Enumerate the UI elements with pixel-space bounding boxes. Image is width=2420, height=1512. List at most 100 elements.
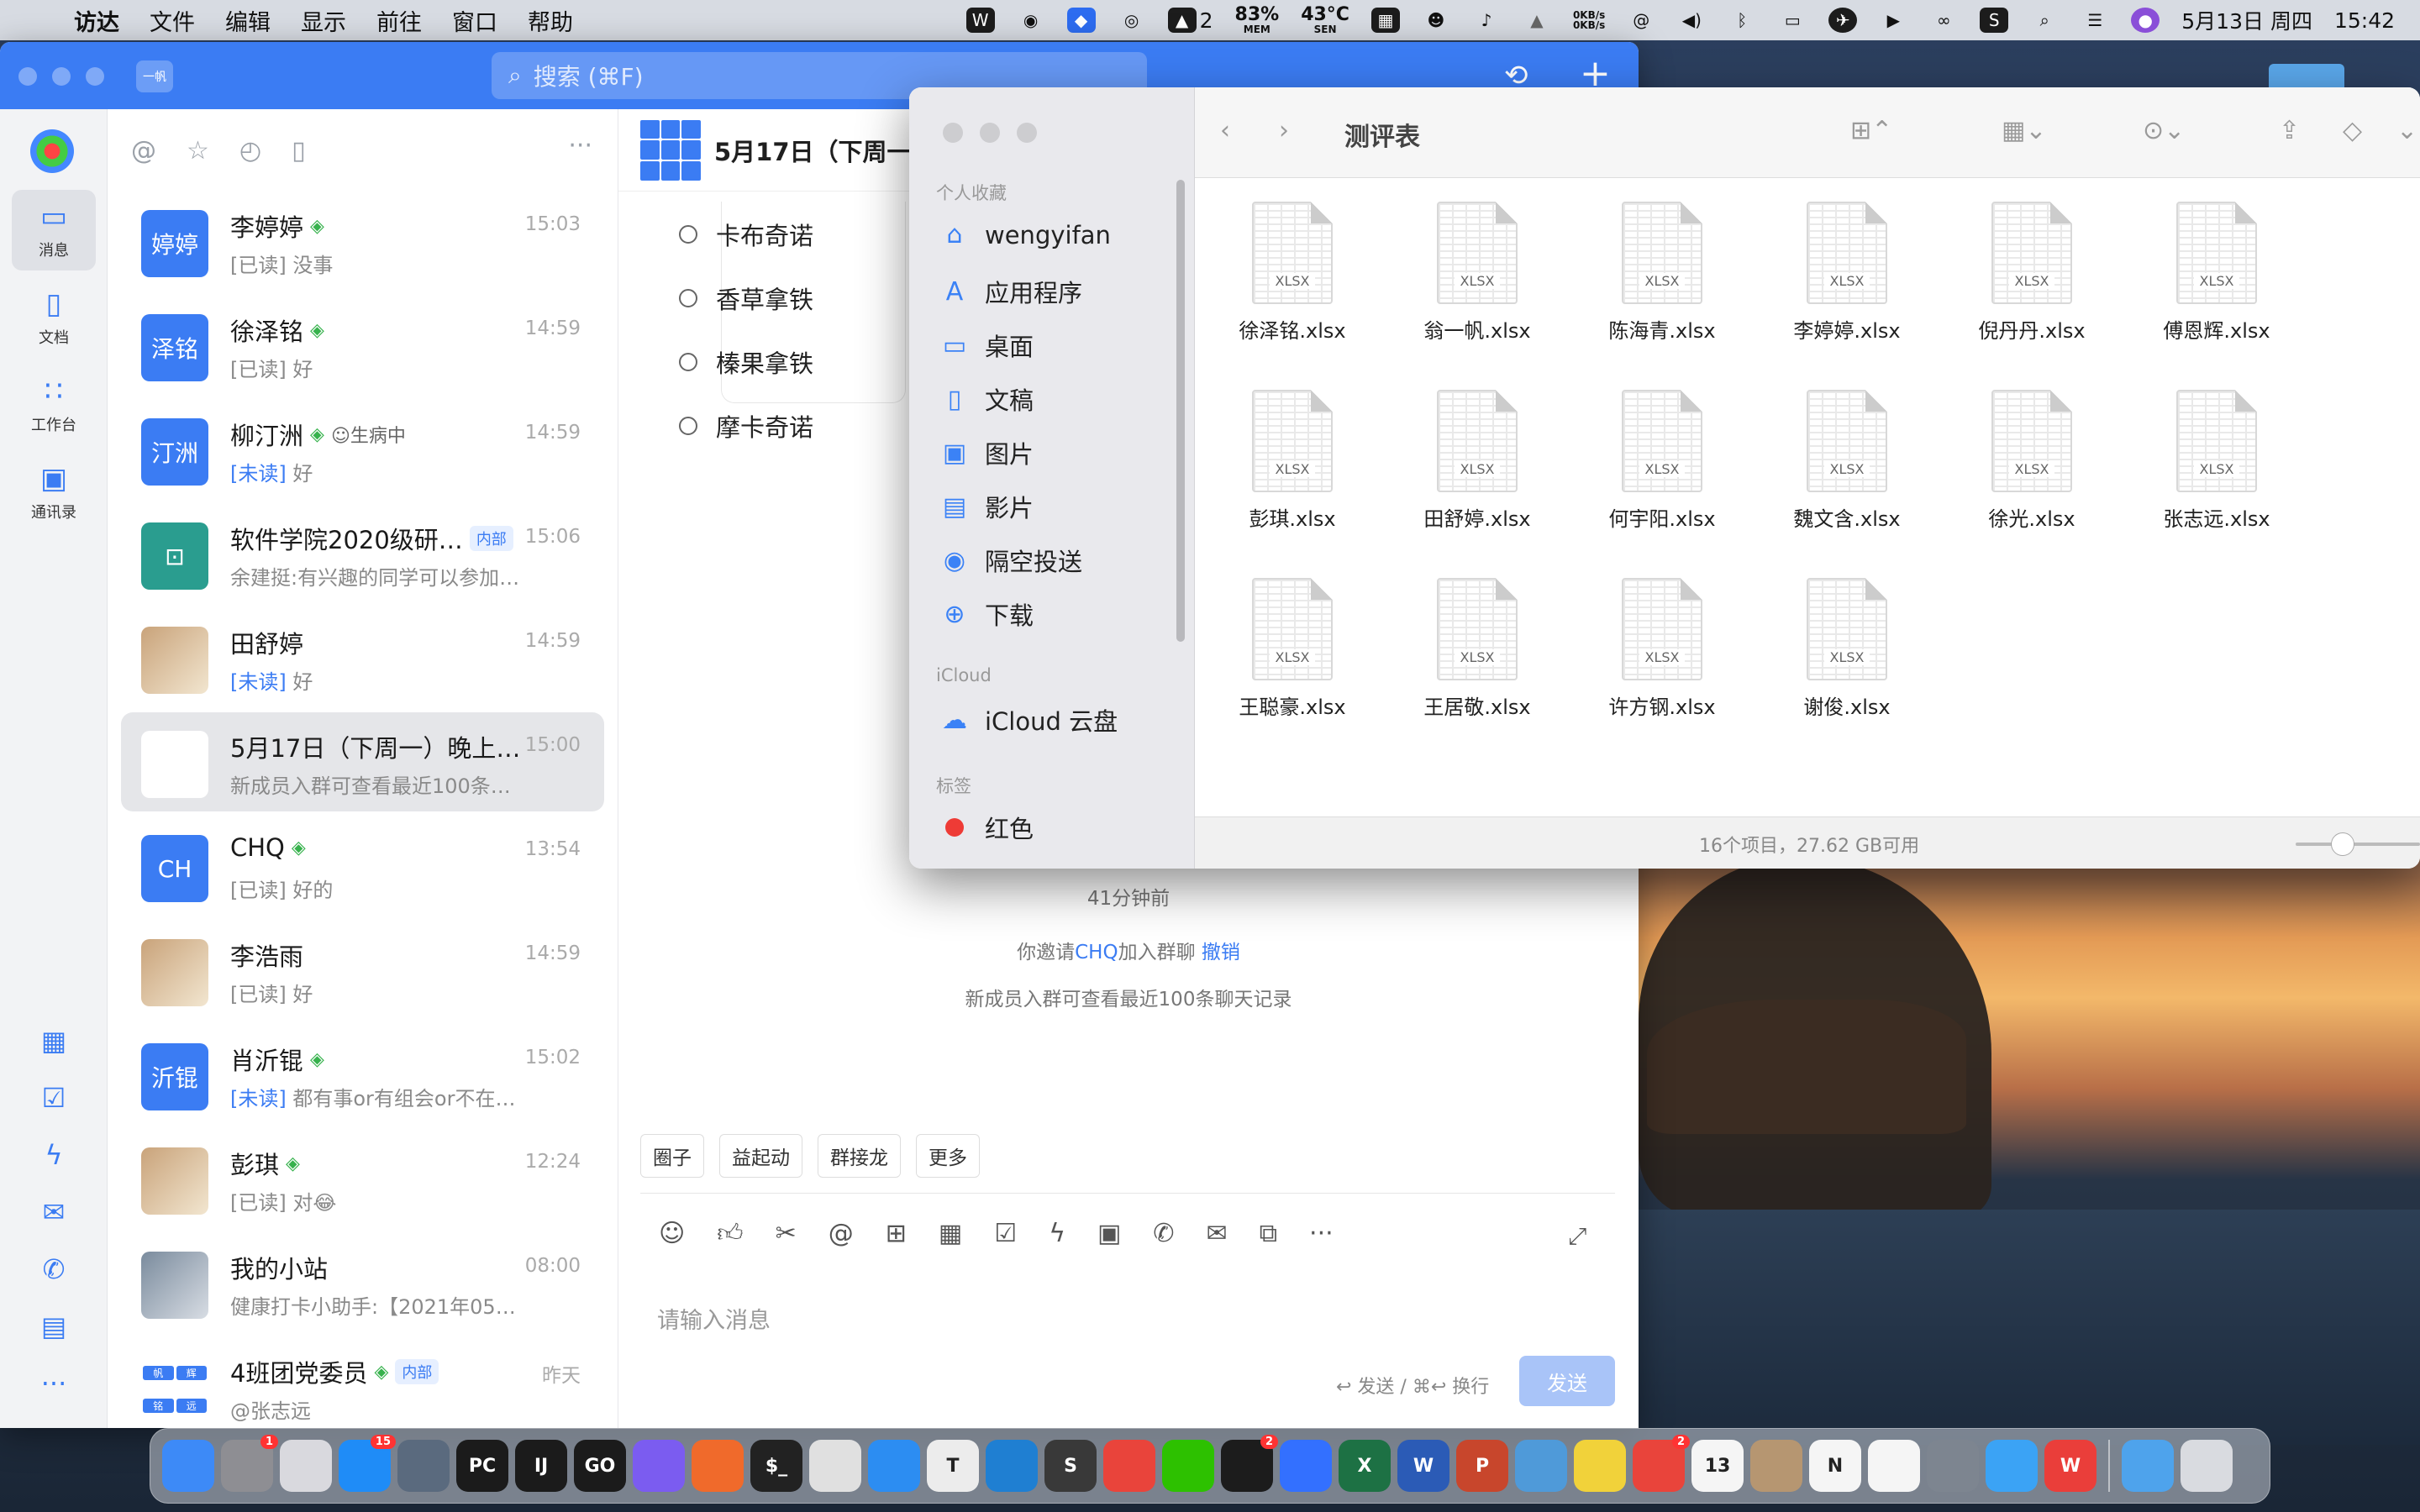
file-item[interactable]: XLSX 徐光.xlsx	[1948, 373, 2116, 541]
calendar-icon[interactable]: ▦	[939, 1219, 962, 1249]
conversation-item[interactable]: 帆 辉 铭 远 4班团党委员 ◈ 内部 昨天 @张志远	[121, 1337, 604, 1428]
conversation-item-selected[interactable]: 5月17日（下周一）晚上… 15:00 新成员入群可查看最近100条…	[121, 712, 604, 811]
ding-icon[interactable]: ϟ	[1049, 1219, 1065, 1249]
view-icons-icon[interactable]: ⊞⌃	[1850, 116, 1892, 145]
pin-status-icon[interactable]: ♪	[1472, 8, 1501, 33]
more-icon[interactable]: ···	[1309, 1219, 1334, 1249]
dock-chrome-icon[interactable]	[809, 1440, 861, 1492]
dock-notion-icon[interactable]: N	[1809, 1440, 1861, 1492]
file-item[interactable]: XLSX 李婷婷.xlsx	[1763, 185, 1931, 353]
dock-powerpoint-icon[interactable]: P	[1456, 1440, 1508, 1492]
memory-stat[interactable]: 83% MEM	[1235, 6, 1280, 35]
meter-status-icon[interactable]: ▲	[1167, 8, 1197, 33]
poll-option[interactable]: 香草拿铁	[679, 281, 813, 316]
sidebar-item-pictures[interactable]: ▣ 图片	[939, 435, 1034, 470]
dock-feishu-icon[interactable]	[1280, 1440, 1332, 1492]
dock-meter-icon[interactable]: 2	[1633, 1435, 1690, 1492]
workspace-badge[interactable]: 一帆	[136, 60, 173, 92]
sidebar-item-movies[interactable]: ▤ 影片	[939, 489, 1034, 524]
wps-status-icon[interactable]: W	[965, 8, 995, 33]
quick-action-more[interactable]: 更多	[916, 1134, 980, 1178]
file-item[interactable]: XLSX 许方钢.xlsx	[1578, 561, 1746, 729]
dock-pycharm-icon[interactable]: PC	[456, 1440, 508, 1492]
shield-status-icon[interactable]: ◆	[1066, 8, 1096, 33]
phone-icon[interactable]: ✆	[35, 1253, 72, 1290]
play-status-icon[interactable]: ▶	[1879, 8, 1907, 33]
mention-icon[interactable]: @	[131, 136, 156, 165]
dock-app-store-icon[interactable]: 15	[339, 1435, 396, 1492]
dock-xmind-icon[interactable]	[1103, 1440, 1155, 1492]
screenshot-icon[interactable]: ⧉	[1260, 1219, 1277, 1249]
file-item[interactable]: XLSX 陈海青.xlsx	[1578, 185, 1746, 353]
dock-downloads-icon[interactable]	[2122, 1440, 2174, 1492]
icon-size-slider[interactable]	[2296, 843, 2420, 846]
dock-wechat-icon[interactable]	[1162, 1440, 1214, 1492]
group-avatar[interactable]	[640, 119, 701, 181]
conversation-item[interactable]: 我的小站 08:00 健康打卡小助手:【2021年05…	[121, 1233, 604, 1332]
scissors-icon[interactable]: ✂	[776, 1219, 797, 1249]
tag-icon[interactable]: ◇	[2343, 116, 2362, 145]
sidebar-item-desktop[interactable]: ▭ 桌面	[939, 328, 1034, 363]
zoom-window-button[interactable]	[1017, 123, 1037, 143]
dock-typora-icon[interactable]: T	[927, 1440, 979, 1492]
invited-user-link[interactable]: CHQ	[1075, 942, 1118, 963]
quick-action-circle[interactable]: 圈子	[640, 1134, 704, 1178]
mention-icon[interactable]: @	[829, 1219, 854, 1249]
sidebar-item-home[interactable]: ⌂ wengyifan	[939, 220, 1110, 249]
emoji-icon[interactable]: ☺	[659, 1219, 685, 1249]
rail-item-workbench[interactable]: ∷ 工作台	[12, 365, 96, 445]
file-item[interactable]: XLSX 彭琪.xlsx	[1208, 373, 1376, 541]
menu-help[interactable]: 帮助	[513, 4, 588, 37]
pin-icon[interactable]: ▯	[292, 136, 306, 165]
share-icon[interactable]: ⇪	[2279, 116, 2300, 145]
quick-action-relay[interactable]: 群接龙	[818, 1134, 901, 1178]
menubar-date[interactable]: 5月13日 周四	[2181, 5, 2312, 35]
sidebar-item-airdrop[interactable]: ◉ 隔空投送	[939, 543, 1082, 578]
group-icon[interactable]: ▦⌄	[2002, 116, 2046, 145]
dock-lemon-icon[interactable]	[1574, 1440, 1626, 1492]
todo-icon[interactable]: ☑	[35, 1082, 72, 1119]
dock-system-preferences-icon[interactable]: 1	[221, 1435, 278, 1492]
org-logo[interactable]	[30, 129, 74, 173]
quick-action-charity[interactable]: 益起动	[719, 1134, 802, 1178]
network-stat[interactable]: 0KB/s 0KB/s	[1573, 10, 1605, 30]
back-icon[interactable]: ‹	[1220, 116, 1230, 145]
more-icon[interactable]: ···	[35, 1368, 72, 1404]
wechat-status-icon[interactable]: ◉	[1017, 8, 1045, 33]
dock-launchpad-icon[interactable]	[280, 1440, 332, 1492]
close-window-button[interactable]	[18, 67, 37, 86]
call-icon[interactable]: ✆	[1153, 1219, 1174, 1249]
undo-invite-link[interactable]: 撤销	[1202, 942, 1240, 963]
recent-icon[interactable]: ◴	[239, 136, 261, 165]
slider-knob[interactable]	[2331, 832, 2354, 856]
chat-title[interactable]: 5月17日（下周一）	[714, 133, 936, 168]
dock-terminal-icon[interactable]: $_	[750, 1440, 802, 1492]
sublime-status-icon[interactable]: S	[1980, 8, 2009, 33]
sidebar-item-icloud-drive[interactable]: ☁ iCloud 云盘	[939, 702, 1118, 738]
file-item[interactable]: XLSX 倪丹丹.xlsx	[1948, 185, 2116, 353]
dock-word-icon[interactable]: W	[1397, 1440, 1449, 1492]
sidebar-item-documents[interactable]: ▯ 文稿	[939, 381, 1034, 417]
conversation-item[interactable]: 李浩雨 14:59 [已读] 好	[121, 921, 604, 1020]
send-button[interactable]: 发送	[1519, 1356, 1615, 1406]
folder-add-icon[interactable]: ⊞	[886, 1219, 907, 1249]
link-status-icon[interactable]: ∞	[1929, 8, 1958, 33]
conversation-item[interactable]: CH CHQ ◈ 13:54 [已读] 好的	[121, 816, 604, 916]
message-input[interactable]: 请输入消息	[657, 1302, 771, 1335]
dock-intellij-idea-icon[interactable]: IJ	[515, 1440, 567, 1492]
airplane-status-icon[interactable]: ✈	[1828, 8, 1858, 33]
rail-item-docs[interactable]: ▯ 文档	[12, 277, 96, 358]
dock-archive-icon[interactable]	[1750, 1440, 1802, 1492]
dock-goland-icon[interactable]: GO	[574, 1440, 626, 1492]
file-item[interactable]: XLSX 王居敬.xlsx	[1393, 561, 1561, 729]
expand-icon[interactable]: ⤢	[1568, 1222, 1586, 1251]
menu-file[interactable]: 文件	[134, 4, 210, 37]
face-status-icon[interactable]: ☻	[1422, 8, 1450, 33]
file-item[interactable]: XLSX 王聪豪.xlsx	[1208, 561, 1376, 729]
like-icon[interactable]: 👍︎	[717, 1219, 743, 1249]
sidebar-item-applications[interactable]: A 应用程序	[939, 274, 1082, 309]
poll-option[interactable]: 榛果拿铁	[679, 344, 813, 380]
dock-qq-icon[interactable]: 2	[1221, 1435, 1278, 1492]
file-item[interactable]: XLSX 魏文含.xlsx	[1763, 373, 1931, 541]
conversation-item[interactable]: 彭琪 ◈ 12:24 [已读] 对😂	[121, 1129, 604, 1228]
